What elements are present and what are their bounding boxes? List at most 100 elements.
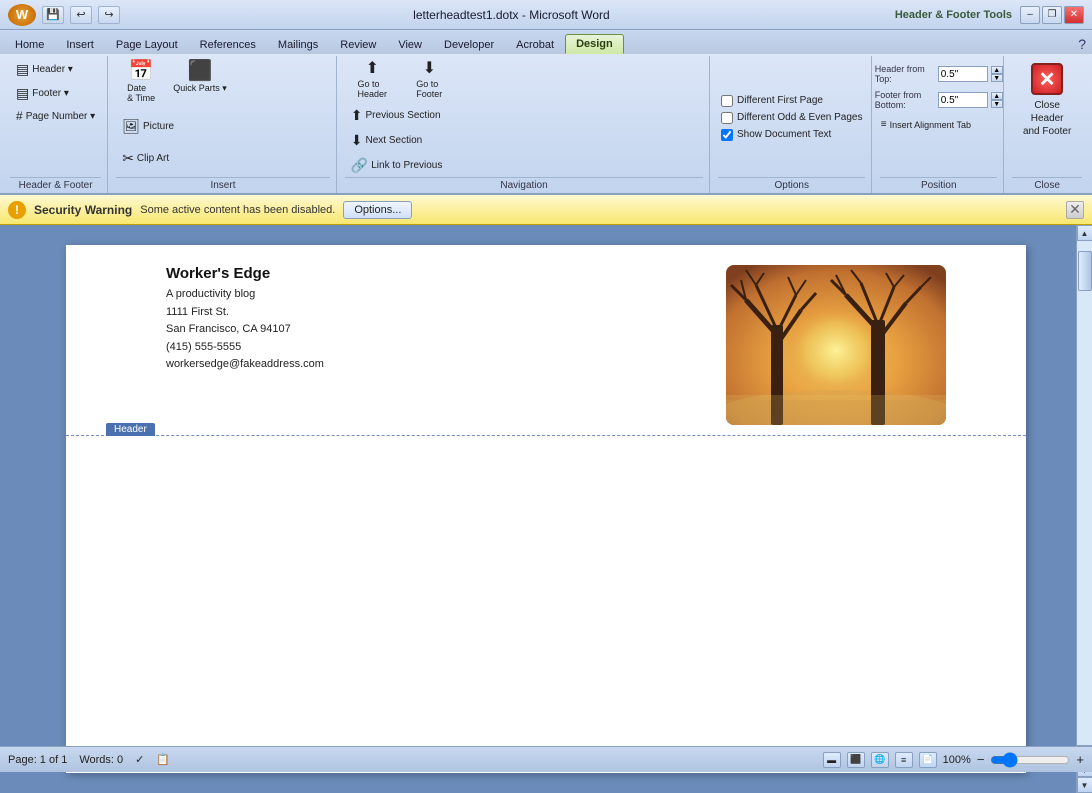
group-label-close: Close <box>1012 177 1082 191</box>
header-pos-down[interactable]: ▼ <box>991 74 1003 82</box>
link-to-previous-button[interactable]: 🔗 Link to Previous <box>345 154 703 177</box>
header-pos-up[interactable]: ▲ <box>991 66 1003 74</box>
go-footer-icon: ⬇ <box>423 61 436 77</box>
go-to-header-button[interactable]: ⬆ Go toHeader <box>345 58 400 102</box>
link-prev-icon: 🔗 <box>351 157 368 174</box>
different-first-page-checkbox[interactable]: Different First Page <box>721 94 823 108</box>
tab-view[interactable]: View <box>387 35 433 54</box>
tab-developer[interactable]: Developer <box>433 35 505 54</box>
tab-home[interactable]: Home <box>4 35 55 54</box>
restore-button[interactable]: ❐ <box>1042 6 1062 24</box>
document-body[interactable] <box>66 436 1026 736</box>
prev-section-icon: ⬆ <box>351 107 363 124</box>
zoom-slider[interactable] <box>990 753 1070 767</box>
footer-pos-down[interactable]: ▼ <box>991 100 1003 108</box>
tab-acrobat[interactable]: Acrobat <box>505 35 565 54</box>
ribbon: Home Insert Page Layout References Maili… <box>0 30 1092 195</box>
tab-insert[interactable]: Insert <box>55 35 105 54</box>
header-label: Header <box>106 423 155 436</box>
window-title: letterheadtest1.dotx - Microsoft Word <box>128 8 895 22</box>
status-right: ▬ ⬛ 🌐 ≡ 📄 100% − + <box>823 752 1084 768</box>
company-phone: (415) 555-5555 <box>166 339 324 357</box>
view-print-layout[interactable]: ▬ <box>823 752 841 768</box>
track-changes-icon[interactable]: 📋 <box>156 753 170 766</box>
group-label-header-footer: Header & Footer <box>10 177 101 191</box>
zoom-in-button[interactable]: + <box>1076 752 1084 767</box>
go-to-footer-button[interactable]: ⬇ Go toFooter <box>402 58 457 102</box>
zoom-level: 100% <box>943 754 971 766</box>
date-time-button[interactable]: 📅 Date& Time <box>116 58 166 106</box>
scroll-track[interactable] <box>1077 241 1092 745</box>
picture-button[interactable]: 🖼 Picture <box>116 115 330 138</box>
security-options-button[interactable]: Options... <box>343 201 412 219</box>
security-warning-icon: ! <box>8 201 26 219</box>
proofing-icon[interactable]: ✓ <box>135 753 144 766</box>
help-icon[interactable]: ? <box>1072 34 1092 54</box>
page-number-button[interactable]: # Page Number ▾ <box>10 106 101 126</box>
clip-art-icon: ✂ <box>122 150 134 167</box>
header-position-input[interactable] <box>938 66 988 82</box>
minimize-button[interactable]: – <box>1020 6 1040 24</box>
clip-art-button[interactable]: ✂ Clip Art <box>116 147 330 170</box>
ribbon-group-header-footer: ▤ Header ▾ ▤ Footer ▾ # Page Number ▾ He… <box>4 56 108 193</box>
scroll-up-button[interactable]: ▲ <box>1077 225 1092 241</box>
ribbon-content: ▤ Header ▾ ▤ Footer ▾ # Page Number ▾ He… <box>0 54 1092 193</box>
tab-design[interactable]: Design <box>565 34 624 54</box>
different-odd-even-checkbox[interactable]: Different Odd & Even Pages <box>721 111 862 125</box>
footer-pos-up[interactable]: ▲ <box>991 92 1003 100</box>
close-button[interactable]: ✕ <box>1064 6 1084 24</box>
scroll-thumb[interactable] <box>1078 251 1092 291</box>
ribbon-group-options: Different First Page Different Odd & Eve… <box>712 56 872 193</box>
security-warning-close[interactable]: ✕ <box>1066 201 1084 219</box>
previous-section-button[interactable]: ⬆ Previous Section <box>345 104 703 127</box>
page-number-icon: # <box>16 109 23 123</box>
quick-access-undo[interactable]: ↩ <box>70 6 92 24</box>
security-warning-bar: ! Security Warning Some active content h… <box>0 195 1092 225</box>
group-label-insert: Insert <box>116 177 330 191</box>
tab-page-layout[interactable]: Page Layout <box>105 35 189 54</box>
page-count: Page: 1 of 1 <box>8 754 67 766</box>
view-full-screen[interactable]: ⬛ <box>847 752 865 768</box>
ribbon-section-label: Header & Footer Tools <box>895 9 1012 21</box>
company-email: workersedge@fakeaddress.com <box>166 356 324 374</box>
word-count: Words: 0 <box>79 754 123 766</box>
close-header-footer-button[interactable]: ✕ Close Headerand Footer <box>1012 58 1082 143</box>
view-outline[interactable]: ≡ <box>895 752 913 768</box>
office-button[interactable]: W <box>8 4 36 26</box>
letterhead-image <box>726 265 946 425</box>
quick-access-save[interactable]: 💾 <box>42 6 64 24</box>
tab-review[interactable]: Review <box>329 35 387 54</box>
footer-position-input[interactable] <box>938 92 988 108</box>
view-draft[interactable]: 📄 <box>919 752 937 768</box>
vertical-scrollbar[interactable]: ▲ ▲▲ ▼▼ ▼ <box>1076 225 1092 793</box>
ribbon-group-close: ✕ Close Headerand Footer Close <box>1006 56 1088 193</box>
next-section-button[interactable]: ⬇ Next Section <box>345 129 703 152</box>
tab-mailings[interactable]: Mailings <box>267 35 329 54</box>
insert-alignment-button[interactable]: ≡ Insert Alignment Tab <box>875 116 1003 133</box>
status-bar: Page: 1 of 1 Words: 0 ✓ 📋 ▬ ⬛ 🌐 ≡ 📄 100%… <box>0 746 1092 772</box>
ribbon-group-position: Header from Top: ▲ ▼ Footer from Bottom:… <box>874 56 1004 193</box>
footer-position-label: Footer from Bottom: <box>875 90 935 110</box>
view-web-layout[interactable]: 🌐 <box>871 752 889 768</box>
quick-access-redo[interactable]: ↪ <box>98 6 120 24</box>
group-label-navigation: Navigation <box>345 177 703 191</box>
header-area[interactable]: Worker's Edge A productivity blog 1111 F… <box>66 245 1026 436</box>
company-city-state: San Francisco, CA 94107 <box>166 321 324 339</box>
scroll-down-button[interactable]: ▼ <box>1077 777 1092 793</box>
company-name: Worker's Edge <box>166 265 324 282</box>
zoom-out-button[interactable]: − <box>977 752 985 767</box>
title-bar: W 💾 ↩ ↪ letterheadtest1.dotx - Microsoft… <box>0 0 1092 30</box>
header-button[interactable]: ▤ Header ▾ <box>10 58 101 81</box>
letterhead-text: Worker's Edge A productivity blog 1111 F… <box>166 265 324 374</box>
footer-button[interactable]: ▤ Footer ▾ <box>10 82 101 105</box>
document-scroll-area[interactable]: Worker's Edge A productivity blog 1111 F… <box>0 225 1092 793</box>
tab-references[interactable]: References <box>189 35 267 54</box>
header-position-label: Header from Top: <box>875 64 935 84</box>
ribbon-group-insert: 📅 Date& Time ⬛ Quick Parts ▾ 🖼 Picture ✂… <box>110 56 337 193</box>
quick-parts-icon: ⬛ <box>188 61 213 81</box>
quick-parts-button[interactable]: ⬛ Quick Parts ▾ <box>168 58 232 97</box>
group-label-position: Position <box>880 177 997 191</box>
ribbon-group-navigation: ⬆ Go toHeader ⬇ Go toFooter ⬆ Previous S… <box>339 56 710 193</box>
picture-icon: 🖼 <box>122 118 140 135</box>
show-document-text-checkbox[interactable]: Show Document Text <box>721 128 831 142</box>
